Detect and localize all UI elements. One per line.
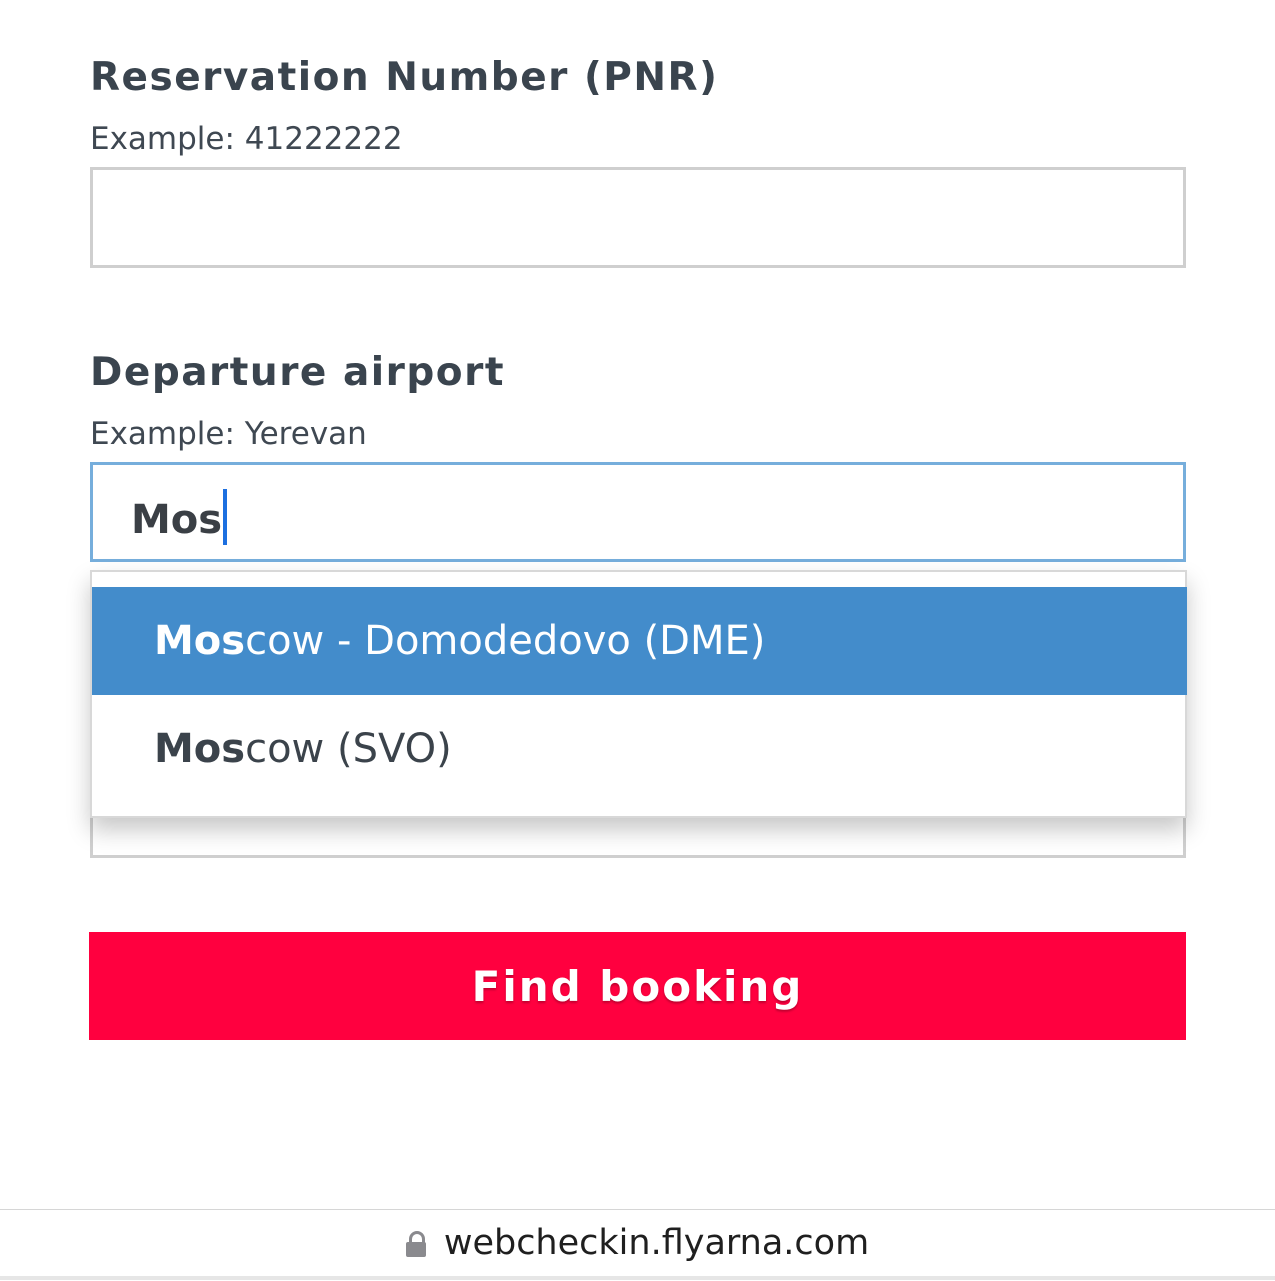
pnr-example-hint: Example: 41222222 (90, 121, 403, 157)
suggestion-match-text: Mos (154, 726, 246, 772)
departure-example-hint: Example: Yerevan (90, 416, 367, 452)
suggestion-match-text: Mos (154, 618, 246, 664)
departure-airport-input[interactable]: Mos (90, 462, 1186, 562)
suggestion-rest-text: cow - Domodedovo (DME) (245, 618, 766, 664)
bottom-divider (0, 1276, 1275, 1280)
departure-input-value: Mos (131, 489, 228, 545)
airport-suggestions-dropdown: Moscow - Domodedovo (DME) Moscow (SVO) (90, 570, 1187, 818)
suggestion-rest-text: cow (SVO) (245, 726, 452, 772)
lock-icon (405, 1231, 426, 1257)
departure-label: Departure airport (90, 350, 505, 395)
text-caret (223, 489, 228, 545)
find-booking-button[interactable]: Find booking (89, 932, 1186, 1040)
suggestion-moscow-svo[interactable]: Moscow (SVO) (92, 695, 1187, 803)
browser-address-bar[interactable]: webcheckin.flyarna.com (0, 1209, 1275, 1281)
suggestion-moscow-dme[interactable]: Moscow - Domodedovo (DME) (92, 587, 1187, 695)
pnr-label: Reservation Number (PNR) (90, 55, 719, 100)
pnr-input[interactable] (90, 167, 1186, 268)
url-text: webcheckin.flyarna.com (443, 1223, 870, 1263)
